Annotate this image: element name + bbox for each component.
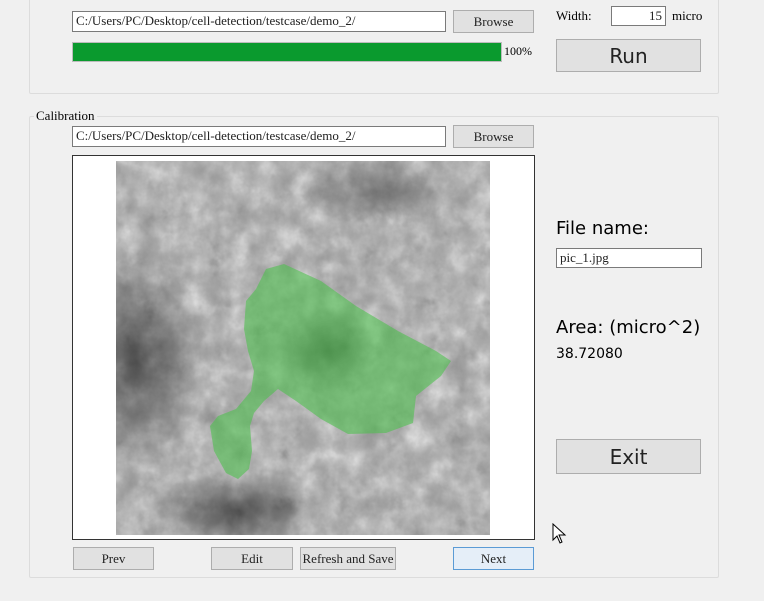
area-label: Area: (micro^2): [556, 317, 701, 338]
file-name-label: File name:: [556, 218, 649, 239]
width-unit: micro: [672, 8, 703, 23]
mouse-pointer-icon: [552, 523, 567, 544]
progress-text: 100%: [504, 44, 532, 58]
run-button[interactable]: Run: [556, 39, 701, 72]
file-name-input[interactable]: pic_1.jpg: [556, 248, 702, 268]
image-viewer: [72, 155, 535, 540]
top-browse-button[interactable]: Browse: [453, 10, 534, 33]
calibration-path-input[interactable]: C:/Users/PC/Desktop/cell-detection/testc…: [72, 126, 446, 147]
exit-button[interactable]: Exit: [556, 439, 701, 474]
top-path-input[interactable]: C:/Users/PC/Desktop/cell-detection/testc…: [72, 11, 446, 32]
prev-button[interactable]: Prev: [73, 547, 154, 570]
calibration-title: Calibration: [34, 108, 97, 124]
width-label: Width:: [556, 8, 592, 23]
progress-bar: [72, 42, 502, 62]
refresh-and-save-button[interactable]: Refresh and Save: [300, 547, 396, 570]
progress-fill: [73, 43, 501, 61]
cell-image: [116, 161, 490, 535]
next-button[interactable]: Next: [453, 547, 534, 570]
area-value: 38.72080: [556, 346, 623, 362]
calibration-browse-button[interactable]: Browse: [453, 125, 534, 148]
edit-button[interactable]: Edit: [211, 547, 293, 570]
width-input[interactable]: 15: [611, 6, 666, 26]
